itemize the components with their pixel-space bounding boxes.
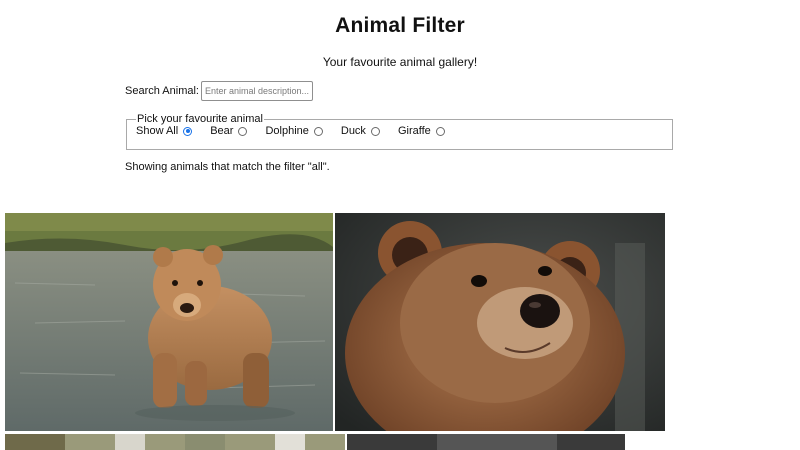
radio-button[interactable] — [313, 126, 323, 136]
gallery-image-row2-left[interactable] — [5, 434, 345, 450]
filter-option-giraffe[interactable]: Giraffe — [398, 125, 445, 137]
page-title: Animal Filter — [335, 14, 465, 37]
search-row: Search Animal: — [125, 80, 313, 102]
gallery-image-bear-river[interactable] — [5, 213, 333, 431]
search-label: Search Animal: — [125, 85, 199, 97]
filter-option-label: Duck — [340, 125, 366, 137]
radio-button[interactable] — [370, 126, 380, 136]
filter-legend: Pick your favourite animal — [137, 113, 263, 125]
page-subtitle: Your favourite animal gallery! — [322, 55, 478, 69]
filter-option-duck[interactable]: Duck — [341, 125, 380, 137]
animal-filter-group: Pick your favourite animal Show All Bear… — [126, 113, 673, 150]
gallery-image-row2-right[interactable] — [347, 434, 625, 450]
search-input[interactable] — [200, 81, 313, 101]
radio-button[interactable] — [238, 126, 248, 136]
filter-option-label: Bear — [210, 125, 234, 137]
page: Animal Filter Your favourite animal gall… — [0, 0, 800, 450]
filter-option-label: Giraffe — [397, 125, 431, 137]
filter-option-show-all[interactable]: Show All — [136, 125, 193, 137]
filter-option-dolphine[interactable]: Dolphine — [265, 125, 323, 137]
gallery-image-bear-portrait[interactable] — [335, 213, 665, 431]
filter-option-label: Dolphine — [265, 125, 309, 137]
filter-options: Show All Bear Dolphine Duck Giraffe — [136, 125, 672, 137]
radio-button-selected[interactable] — [183, 126, 193, 136]
radio-button[interactable] — [435, 126, 445, 136]
filter-status-text: Showing animals that match the filter "a… — [125, 161, 330, 173]
filter-option-label: Show All — [136, 125, 179, 137]
filter-option-bear[interactable]: Bear — [210, 125, 248, 137]
